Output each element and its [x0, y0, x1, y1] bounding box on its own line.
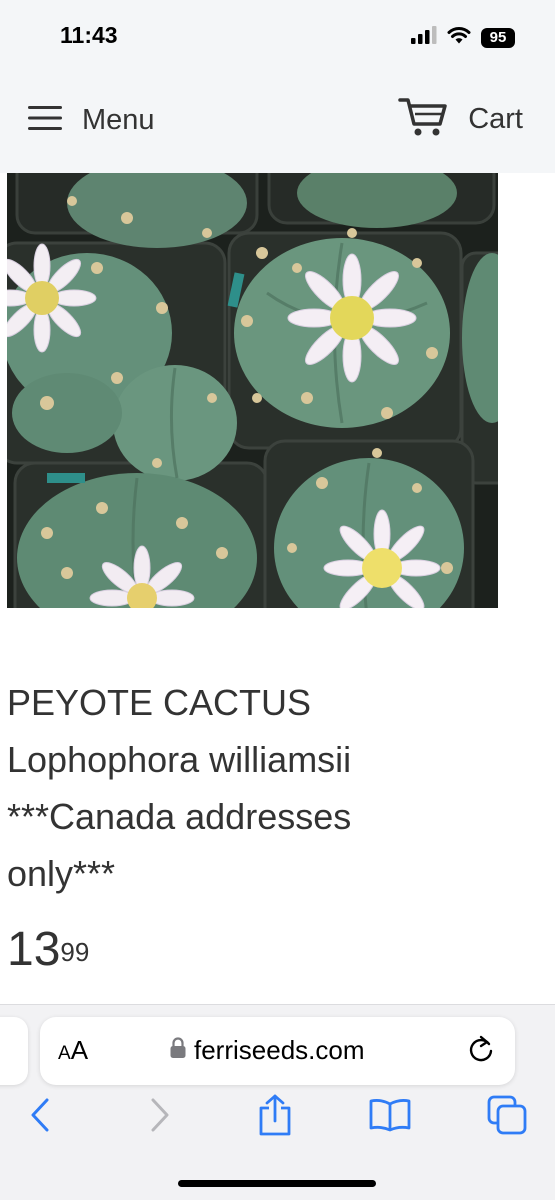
url-display[interactable]: ferriseeds.com — [170, 1035, 365, 1066]
menu-label: Menu — [82, 103, 155, 136]
forward-button[interactable] — [138, 1095, 182, 1139]
browser-toolbar: AA ferriseeds.com — [0, 1004, 555, 1200]
url-text: ferriseeds.com — [194, 1035, 365, 1065]
battery-icon: 95 — [481, 27, 515, 48]
browser-nav-row — [0, 1094, 555, 1145]
hamburger-menu-icon — [28, 105, 62, 136]
home-indicator[interactable] — [178, 1180, 376, 1187]
back-arrow-icon — [30, 1098, 50, 1137]
status-bar: 11:43 95 — [0, 0, 555, 68]
share-button[interactable] — [253, 1094, 297, 1141]
previous-tab-preview[interactable] — [0, 1017, 28, 1085]
bookmarks-button[interactable] — [368, 1095, 412, 1139]
lock-icon — [170, 1037, 186, 1064]
tabs-button[interactable] — [485, 1095, 529, 1139]
text-size-button[interactable]: AA — [58, 1035, 88, 1066]
status-time: 11:43 — [60, 22, 118, 48]
product-price: 1399 — [7, 922, 89, 978]
price-whole: 13 — [7, 923, 61, 976]
text-size-large-a: A — [70, 1035, 89, 1065]
cellular-signal-icon — [411, 26, 437, 49]
site-header: Menu Cart — [0, 68, 555, 173]
reload-button[interactable] — [467, 1035, 495, 1070]
text-size-small-a: A — [58, 1043, 71, 1064]
bookmarks-icon — [369, 1098, 411, 1137]
shopping-cart-icon — [398, 96, 448, 143]
cart-button[interactable]: Cart — [398, 94, 523, 144]
menu-button[interactable]: Menu — [28, 98, 155, 142]
tabs-icon — [487, 1095, 527, 1140]
product-title-line: Lophophora williamsii — [7, 739, 352, 780]
wifi-icon — [447, 26, 471, 49]
status-icons: 95 — [411, 26, 515, 49]
reload-icon — [467, 1035, 495, 1069]
product-title-line: ***Canada addresses — [7, 796, 352, 837]
product-title-line: only*** — [7, 853, 116, 894]
cart-label: Cart — [468, 102, 523, 135]
product-title-line: PEYOTE CACTUS — [7, 682, 312, 723]
address-bar[interactable]: AA ferriseeds.com — [40, 1017, 515, 1085]
product-image[interactable] — [7, 173, 498, 608]
product-title: PEYOTE CACTUS Lophophora williamsii ***C… — [7, 674, 527, 902]
forward-arrow-icon — [150, 1098, 170, 1137]
share-icon — [257, 1094, 293, 1141]
back-button[interactable] — [18, 1095, 62, 1139]
price-cents: 99 — [60, 937, 90, 967]
